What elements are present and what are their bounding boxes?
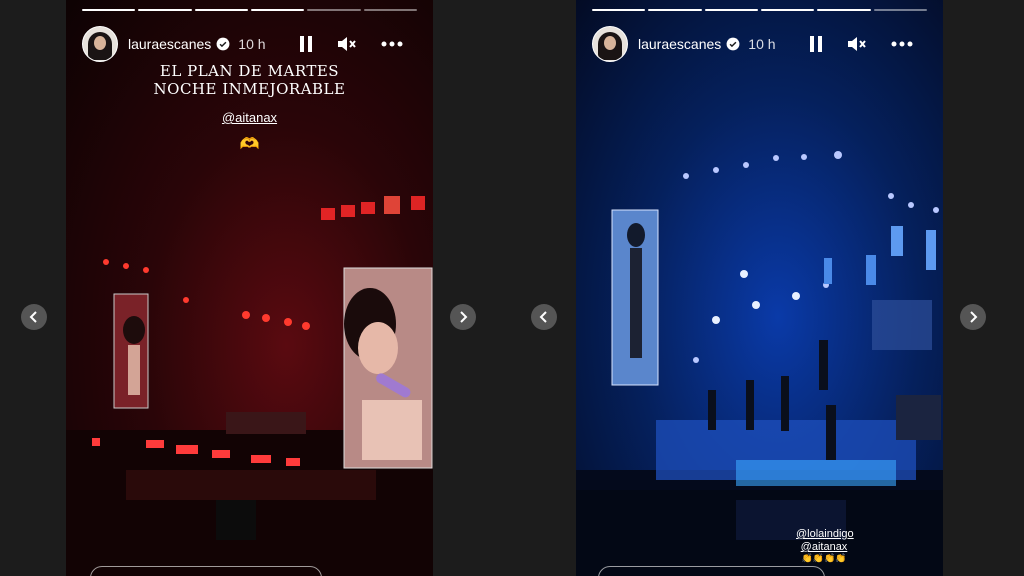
chevron-left-icon — [29, 311, 37, 323]
progress-segment — [250, 9, 305, 11]
progress-segment — [760, 9, 815, 11]
progress-segment — [307, 9, 361, 11]
progress-segment — [592, 9, 646, 11]
more-options-icon[interactable] — [889, 33, 915, 55]
story-progress-bar — [592, 9, 927, 11]
progress-segment — [704, 9, 758, 11]
progress-segment — [138, 9, 192, 11]
chevron-left-icon — [539, 311, 547, 323]
progress-segment — [873, 9, 927, 11]
progress-segment — [648, 9, 702, 11]
avatar[interactable] — [592, 26, 628, 62]
verified-badge-icon — [216, 37, 230, 51]
mention-sticker[interactable]: @lolaindigo — [796, 528, 854, 540]
story-progress-bar — [82, 9, 417, 11]
avatar[interactable] — [82, 26, 118, 62]
previous-story-button[interactable] — [531, 304, 557, 330]
muted-speaker-icon[interactable] — [845, 33, 867, 55]
mention-text[interactable]: @lolaindigo — [796, 528, 854, 540]
pause-icon[interactable] — [805, 33, 827, 55]
username[interactable]: lauraescanes — [128, 36, 211, 52]
story-card-2[interactable]: lauraescanes 10 h @lolaindigo @aitanax 👏… — [576, 0, 943, 576]
previous-story-button[interactable] — [21, 304, 47, 330]
mention-text[interactable]: @aitanax — [222, 110, 277, 125]
clapping-emoji: 👏👏👏👏 — [801, 553, 847, 563]
username[interactable]: lauraescanes — [638, 36, 721, 52]
mention-sticker[interactable]: @aitanax — [66, 110, 433, 125]
heart-hands-emoji: 🫶 — [239, 136, 260, 153]
mention-text[interactable]: @aitanax — [801, 541, 848, 553]
post-time: 10 h — [748, 36, 776, 52]
chevron-right-icon — [970, 311, 978, 323]
reply-input[interactable] — [598, 566, 825, 576]
progress-segment — [82, 9, 136, 11]
reply-input[interactable] — [90, 566, 322, 576]
story-card-1[interactable]: lauraescanes 10 h EL PLAN DE MARTES NOCH… — [66, 0, 433, 576]
next-story-button[interactable] — [450, 304, 476, 330]
post-time: 10 h — [238, 36, 266, 52]
concert-scene-blue — [576, 151, 943, 576]
progress-segment — [363, 9, 417, 11]
chevron-right-icon — [460, 311, 468, 323]
story-header: lauraescanes 10 h — [592, 26, 927, 62]
more-options-icon[interactable] — [379, 33, 405, 55]
next-story-button[interactable] — [960, 304, 986, 330]
mention-sticker[interactable]: @aitanax — [796, 541, 852, 553]
story-caption-line1: EL PLAN DE MARTES — [159, 62, 340, 80]
progress-segment — [194, 9, 248, 11]
story-header: lauraescanes 10 h — [82, 26, 417, 62]
verified-badge-icon — [726, 37, 740, 51]
pause-icon[interactable] — [295, 33, 317, 55]
progress-segment — [817, 9, 871, 11]
muted-speaker-icon[interactable] — [335, 33, 357, 55]
story-caption-line2: NOCHE INMEJORABLE — [153, 80, 346, 98]
